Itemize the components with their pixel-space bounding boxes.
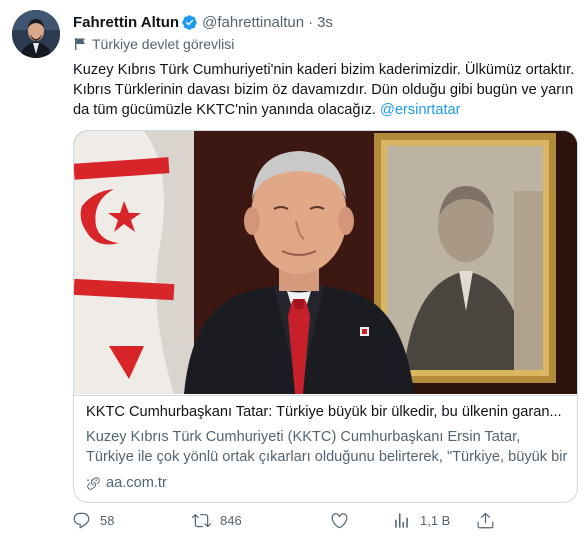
reply-count: 58 [100,513,115,528]
share-button[interactable] [476,511,504,530]
like-button[interactable] [330,511,358,530]
retweet-count: 846 [220,513,242,528]
tweet-body: Kuzey Kıbrıs Türk Cumhuriyeti'nin kaderi… [73,62,575,118]
separator-dot: · [308,13,314,31]
retweet-icon [192,514,211,528]
card-image[interactable] [74,131,577,394]
verified-badge-icon [181,14,198,31]
author-handle[interactable]: @fahrettinaltun [202,14,304,31]
reply-button[interactable]: 58 [72,511,114,530]
retweet-button[interactable]: 846 [192,511,242,530]
link-icon [86,476,101,491]
action-bar: 58 846 1,1 B [62,511,502,541]
share-icon [477,512,494,529]
card-body[interactable]: KKTC Cumhurbaşkanı Tatar: Türkiye büyük … [74,395,577,491]
mention-link[interactable]: @ersinrtatar [380,102,461,118]
views-icon [395,513,408,528]
government-flag-icon [73,37,87,51]
tweet-header: Fahrettin Altun @fahrettinaltun · 3s [73,12,333,32]
card-domain[interactable]: aa.com.tr [86,475,167,491]
like-icon [331,513,348,529]
views-count: 1,1 B [420,513,451,528]
tweet-timestamp[interactable]: 3s [317,14,333,31]
reply-icon [73,512,90,529]
card-domain-text: aa.com.tr [106,475,167,491]
card-title: KKTC Cumhurbaşkanı Tatar: Türkiye büyük … [86,404,562,420]
avatar[interactable] [12,10,60,58]
link-card[interactable]: KKTC Cumhurbaşkanı Tatar: Türkiye büyük … [73,130,578,503]
author-name[interactable]: Fahrettin Altun [73,14,179,31]
government-label-text: Türkiye devlet görevlisi [92,36,235,52]
tweet-text: Kuzey Kıbrıs Türk Cumhuriyeti'nin kaderi… [73,60,578,120]
views-button[interactable]: 1,1 B [392,511,450,530]
government-label[interactable]: Türkiye devlet görevlisi [73,36,234,52]
tweet[interactable]: Fahrettin Altun @fahrettinaltun · 3s Tür… [0,0,587,552]
